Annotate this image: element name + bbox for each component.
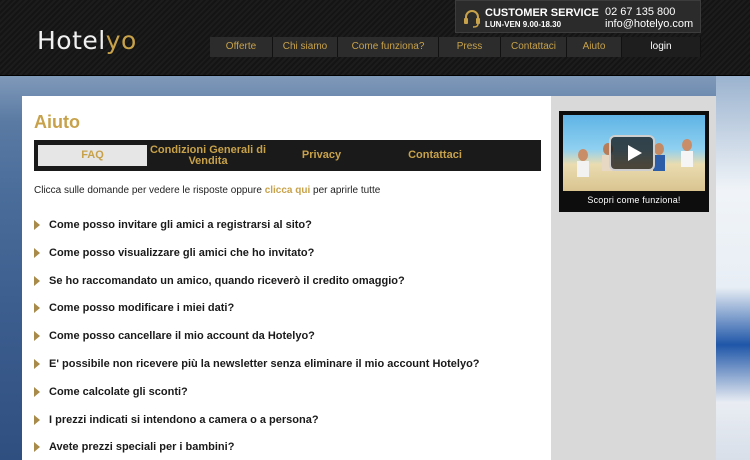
intro-text: Clicca sulle domande per vedere le rispo… [34, 185, 265, 196]
headset-icon [464, 10, 480, 28]
arrow-right-icon [34, 331, 40, 342]
faq-item[interactable]: Se ho raccomandato un amico, quando rice… [34, 275, 544, 303]
arrow-right-icon [34, 303, 40, 314]
faq-item[interactable]: I prezzi indicati si intendono a camera … [34, 414, 544, 442]
help-tabs: FAQ Condizioni Generali di Vendita Priva… [34, 140, 541, 171]
nav-aiuto[interactable]: Aiuto [567, 37, 622, 57]
faq-item[interactable]: Come posso invitare gli amici a registra… [34, 219, 544, 247]
faq-item[interactable]: E' possibile non ricevere più la newslet… [34, 358, 544, 386]
intro-text-end: per aprirle tutte [310, 185, 381, 196]
faq-question[interactable]: Come posso visualizzare gli amici che ho… [49, 247, 314, 259]
nav-login[interactable]: login [622, 37, 701, 57]
faq-question[interactable]: I prezzi indicati si intendono a camera … [49, 414, 319, 426]
faq-question[interactable]: Come posso modificare i miei dati? [49, 302, 234, 314]
arrow-right-icon [34, 220, 40, 230]
logo-text-yo: yo [105, 26, 137, 55]
customer-service-box: CUSTOMER SERVICE LUN-VEN 9.00-18.30 02 6… [455, 0, 701, 33]
faq-list: Come posso invitare gli amici a registra… [34, 219, 544, 460]
faq-intro: Clicca sulle domande per vedere le rispo… [34, 185, 380, 196]
site-header: Hotelyo CUSTOMER SERVICE LUN-VEN 9.00-18… [0, 0, 750, 76]
tab-condizioni-generali[interactable]: Condizioni Generali di Vendita [147, 144, 269, 166]
customer-service-phone: 02 67 135 800 [605, 6, 676, 18]
nav-press[interactable]: Press [439, 37, 501, 57]
faq-question[interactable]: Come posso cancellare il mio account da … [49, 330, 315, 342]
page-title: Aiuto [34, 112, 80, 132]
tab-faq[interactable]: FAQ [38, 145, 147, 166]
arrow-right-icon [34, 358, 40, 369]
hotelyo-logo[interactable]: Hotelyo [37, 26, 137, 55]
tab-contattaci[interactable]: Contattaci [374, 145, 496, 166]
play-button[interactable] [609, 135, 655, 171]
main-content: Aiuto FAQ Condizioni Generali di Vendita… [22, 96, 551, 460]
faq-item[interactable]: Come calcolate gli sconti? [34, 386, 544, 414]
tab-privacy[interactable]: Privacy [269, 145, 374, 166]
arrow-right-icon [34, 247, 40, 258]
open-all-link[interactable]: clicca qui [265, 185, 311, 196]
play-icon [628, 145, 642, 161]
video-caption: Scopri come funziona! [587, 195, 681, 205]
video-thumbnail[interactable] [563, 115, 705, 191]
background-village [716, 76, 750, 460]
faq-question[interactable]: Come calcolate gli sconti? [49, 386, 188, 398]
how-it-works-video[interactable]: Scopri come funziona! [559, 111, 709, 212]
faq-question[interactable]: Come posso invitare gli amici a registra… [49, 219, 312, 231]
faq-item[interactable]: Come posso cancellare il mio account da … [34, 330, 544, 358]
customer-service-title: CUSTOMER SERVICE [485, 7, 599, 19]
arrow-right-icon [34, 442, 40, 453]
nav-offerte[interactable]: Offerte [210, 37, 273, 57]
arrow-right-icon [34, 275, 40, 286]
arrow-right-icon [34, 386, 40, 397]
faq-item[interactable]: Come posso modificare i miei dati? [34, 302, 544, 330]
nav-chi-siamo[interactable]: Chi siamo [273, 37, 338, 57]
faq-question[interactable]: Avete prezzi speciali per i bambini? [49, 441, 234, 453]
logo-text-hotel: Hotel [37, 26, 106, 55]
nav-come-funziona[interactable]: Come funziona? [338, 37, 439, 57]
customer-service-hours: LUN-VEN 9.00-18.30 [485, 20, 562, 29]
arrow-right-icon [34, 414, 40, 425]
nav-contattaci[interactable]: Contattaci [501, 37, 567, 57]
faq-item[interactable]: Avete prezzi speciali per i bambini? [34, 441, 544, 460]
faq-item[interactable]: Come posso visualizzare gli amici che ho… [34, 247, 544, 275]
main-nav: Offerte Chi siamo Come funziona? Press C… [210, 37, 701, 57]
faq-question[interactable]: Se ho raccomandato un amico, quando rice… [49, 275, 405, 287]
customer-service-email[interactable]: info@hotelyo.com [605, 18, 693, 30]
faq-question[interactable]: E' possibile non ricevere più la newslet… [49, 358, 480, 370]
